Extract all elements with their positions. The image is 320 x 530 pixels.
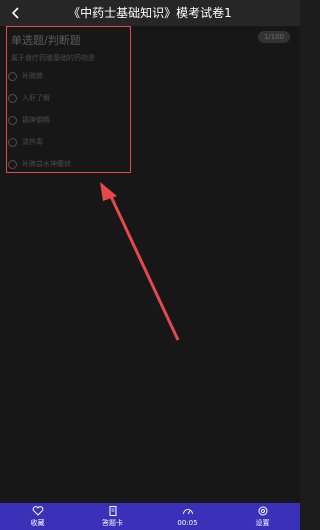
timer-gauge-icon <box>182 509 193 515</box>
question-type-label: 单选题/判断题 <box>11 34 81 47</box>
option-d[interactable]: 清热毒 <box>8 134 128 156</box>
radio-icon[interactable] <box>8 160 17 169</box>
tab-settings[interactable]: 设置 <box>225 503 300 530</box>
option-label: 入肝了解 <box>22 94 50 102</box>
tab-answer-card[interactable]: 答题卡 <box>75 503 150 530</box>
option-label: 镇神御精 <box>22 116 50 124</box>
option-e[interactable]: 补脾益水神腹状 <box>8 156 128 178</box>
question-panel: 单选题/判断题 1/100 属于食疗药膳基础的药物是 补脾肺 入肝了解 镇神御精… <box>0 26 300 503</box>
answer-card-icon <box>109 506 116 516</box>
radio-icon[interactable] <box>8 94 17 103</box>
options-list: 补脾肺 入肝了解 镇神御精 清热毒 补脾益水神腹状 <box>8 68 128 178</box>
timer-value: 00:05 <box>177 519 198 527</box>
tab-label: 设置 <box>255 519 270 527</box>
question-stem: 属于食疗药膳基础的药物是 <box>11 54 95 62</box>
option-label: 补脾肺 <box>22 72 43 80</box>
tab-label: 收藏 <box>30 519 45 527</box>
radio-icon[interactable] <box>8 138 17 147</box>
radio-icon[interactable] <box>8 72 17 81</box>
tab-label: 答题卡 <box>102 519 123 527</box>
option-label: 补脾益水神腹状 <box>22 160 71 168</box>
settings-icon <box>258 506 267 516</box>
option-b[interactable]: 入肝了解 <box>8 90 128 112</box>
radio-icon[interactable] <box>8 116 17 125</box>
back-arrow-icon[interactable] <box>6 3 26 23</box>
top-nav-bar: 《中药士基础知识》模考试卷1 <box>0 0 300 26</box>
option-a[interactable]: 补脾肺 <box>8 68 128 90</box>
heart-icon <box>32 506 43 516</box>
bottom-tab-bar: 收藏 答题卡 00:05 设置 <box>0 503 300 530</box>
question-counter: 1/100 <box>257 31 290 43</box>
tab-favorite[interactable]: 收藏 <box>0 503 75 530</box>
option-label: 清热毒 <box>22 138 43 146</box>
option-c[interactable]: 镇神御精 <box>8 112 128 134</box>
page-title: 《中药士基础知识》模考试卷1 <box>68 6 232 20</box>
tab-timer[interactable]: 00:05 <box>150 503 225 530</box>
